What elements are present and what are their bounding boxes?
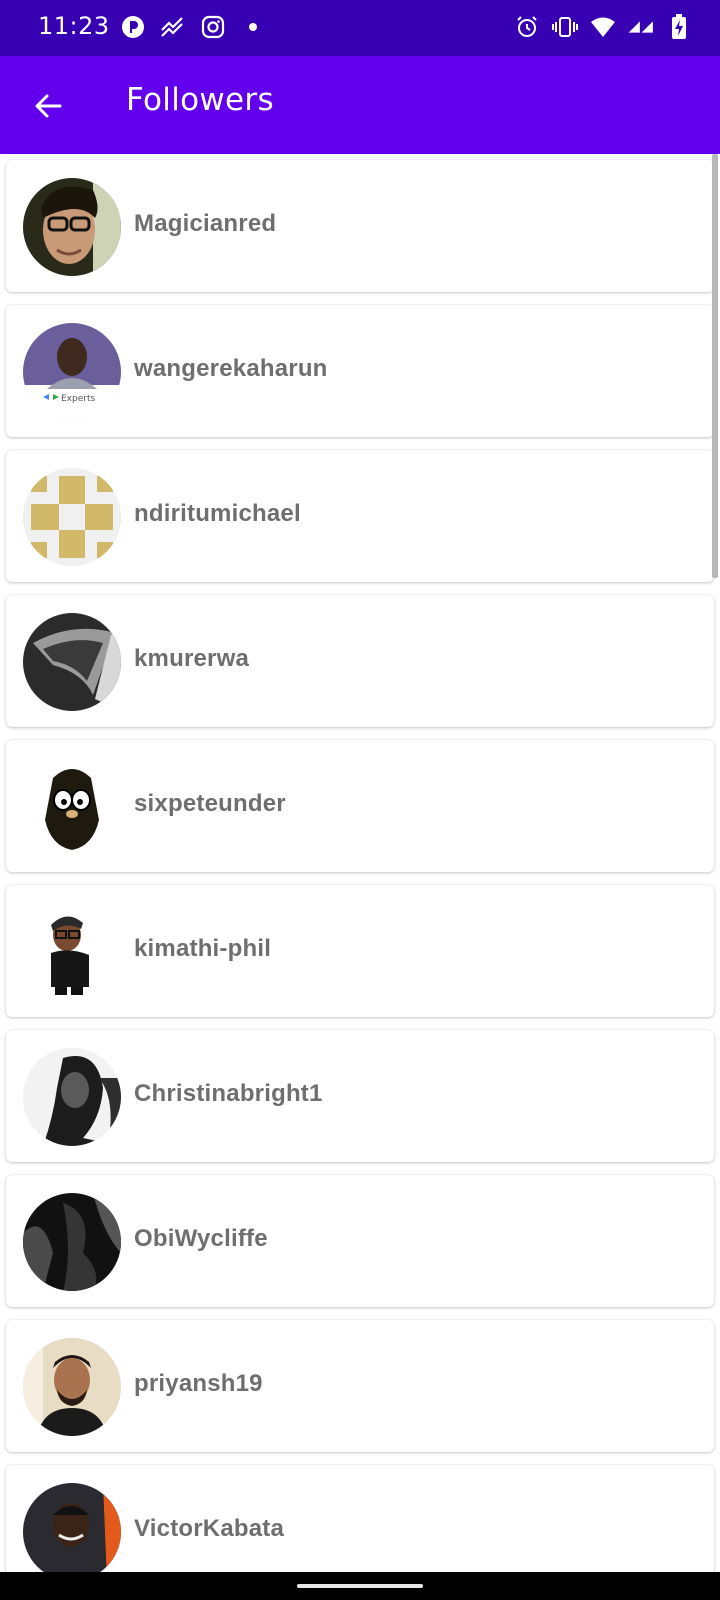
notification-app-icon <box>120 14 146 40</box>
app-bar: Followers <box>0 56 720 154</box>
signal-icon <box>628 14 654 40</box>
follower-username: Christinabright1 <box>134 1080 323 1107</box>
follower-username: Magicianred <box>134 210 277 237</box>
follower-username: wangerekaharun <box>134 355 328 382</box>
avatar <box>23 1193 121 1291</box>
trend-icon <box>160 14 186 40</box>
avatar <box>23 178 121 276</box>
avatar <box>23 1048 121 1146</box>
follower-card[interactable]: ndiritumichael <box>6 450 714 582</box>
follower-username: ndiritumichael <box>134 500 301 527</box>
follower-card[interactable]: Experts wangerekaharun <box>6 305 714 437</box>
avatar: Experts <box>23 323 121 421</box>
dot-icon <box>240 14 266 40</box>
follower-username: VictorKabata <box>134 1515 285 1542</box>
follower-username: priyansh19 <box>134 1370 263 1397</box>
follower-username: kmurerwa <box>134 645 249 672</box>
svg-text:Experts: Experts <box>61 394 95 404</box>
follower-card[interactable]: priyansh19 <box>6 1320 714 1452</box>
scrollbar[interactable] <box>712 154 718 578</box>
avatar <box>23 1338 121 1436</box>
status-left-icons <box>120 14 266 40</box>
follower-card[interactable]: Magicianred <box>6 160 714 292</box>
back-button[interactable] <box>22 80 74 132</box>
avatar <box>23 613 121 711</box>
follower-username: kimathi-phil <box>134 935 272 962</box>
status-time: 11:23 <box>38 12 110 40</box>
avatar <box>23 758 121 856</box>
arrow-left-icon <box>35 94 62 118</box>
avatar <box>23 1483 121 1572</box>
follower-card[interactable]: kmurerwa <box>6 595 714 727</box>
avatar <box>23 903 121 1001</box>
follower-card[interactable]: sixpeteunder <box>6 740 714 872</box>
follower-card[interactable]: VictorKabata <box>6 1465 714 1572</box>
alarm-icon <box>514 14 540 40</box>
battery-charging-icon <box>666 14 692 40</box>
wifi-icon <box>590 14 616 40</box>
navigation-bar <box>0 1572 720 1600</box>
follower-card[interactable]: kimathi-phil <box>6 885 714 1017</box>
followers-list[interactable]: Magicianred Experts wangerekaharun ndiri… <box>0 154 720 1572</box>
follower-username: sixpeteunder <box>134 790 286 817</box>
status-right-icons <box>514 14 692 40</box>
follower-card[interactable]: ObiWycliffe <box>6 1175 714 1307</box>
follower-card[interactable]: Christinabright1 <box>6 1030 714 1162</box>
vibrate-icon <box>552 14 578 40</box>
instagram-icon <box>200 14 226 40</box>
status-bar: 11:23 <box>0 0 720 56</box>
follower-username: ObiWycliffe <box>134 1225 268 1252</box>
home-indicator[interactable] <box>297 1584 423 1588</box>
avatar <box>23 468 121 566</box>
page-title: Followers <box>126 82 274 118</box>
